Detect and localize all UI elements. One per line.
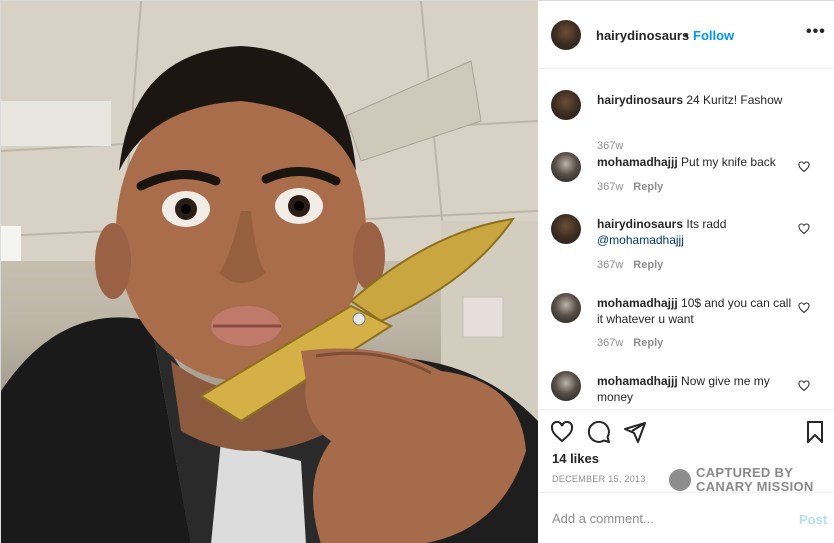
comments-list[interactable]: hairydinosaurs 24 Kuritz! Fashow 367w mo… bbox=[538, 69, 834, 409]
comment-meta: 367w Reply bbox=[597, 181, 663, 193]
post-actions: 14 likes DECEMBER 15, 2013 CAPTURED BY C… bbox=[538, 409, 834, 494]
like-comment-icon[interactable] bbox=[798, 380, 810, 392]
comment-avatar[interactable] bbox=[551, 152, 581, 182]
comment-body: Its radd bbox=[686, 217, 727, 231]
post-side-panel: hairydinosaurs • Follow ••• hairydinosau… bbox=[538, 1, 834, 543]
comment-meta: 367w bbox=[597, 140, 623, 152]
post-header: hairydinosaurs • Follow ••• bbox=[538, 1, 834, 69]
comment-username[interactable]: hairydinosaurs bbox=[597, 93, 683, 107]
comment-avatar[interactable] bbox=[551, 214, 581, 244]
caption-avatar[interactable] bbox=[551, 90, 581, 120]
comment-username[interactable]: hairydinosaurs bbox=[597, 217, 683, 231]
post-photo[interactable] bbox=[1, 1, 538, 543]
post-date[interactable]: DECEMBER 15, 2013 bbox=[552, 474, 646, 484]
comment-username[interactable]: mohamadhajjj bbox=[597, 296, 678, 310]
comment-avatar[interactable] bbox=[551, 371, 581, 401]
comment-time[interactable]: 367w bbox=[597, 140, 623, 152]
watermark-text: CAPTURED BY CANARY MISSION bbox=[696, 466, 814, 494]
comment-text: mohamadhajjj Put my knife back bbox=[597, 154, 792, 170]
comment-time[interactable]: 367w bbox=[597, 181, 623, 193]
author-avatar[interactable] bbox=[551, 20, 581, 50]
like-comment-icon[interactable] bbox=[798, 302, 810, 314]
comment-meta: 367w Reply bbox=[597, 259, 663, 271]
heart-icon[interactable] bbox=[550, 420, 574, 444]
canary-logo-icon bbox=[669, 469, 691, 491]
reply-button[interactable]: Reply bbox=[633, 181, 663, 193]
add-comment-bar: Post bbox=[538, 492, 834, 543]
comment-body: Put my knife back bbox=[681, 155, 776, 169]
comment-body: 24 Kuritz! Fashow bbox=[686, 93, 783, 107]
likes-count[interactable]: 14 likes bbox=[552, 451, 599, 466]
comment-text: mohamadhajjj 10$ and you can call it wha… bbox=[597, 295, 792, 327]
more-icon[interactable]: ••• bbox=[806, 23, 826, 41]
comment-mention[interactable]: @mohamadhajjj bbox=[597, 233, 684, 247]
follow-button[interactable]: Follow bbox=[693, 28, 734, 43]
add-comment-input[interactable] bbox=[552, 511, 772, 526]
caption-text: hairydinosaurs 24 Kuritz! Fashow bbox=[597, 92, 792, 108]
like-comment-icon[interactable] bbox=[798, 223, 810, 235]
like-comment-icon[interactable] bbox=[798, 161, 810, 173]
photo-illustration bbox=[1, 1, 538, 543]
comment-avatar[interactable] bbox=[551, 293, 581, 323]
header-separator: • bbox=[684, 28, 689, 43]
comment-username[interactable]: mohamadhajjj bbox=[597, 155, 678, 169]
comment-text: hairydinosaurs Its radd @mohamadhajjj bbox=[597, 216, 792, 248]
comment-icon[interactable] bbox=[587, 420, 611, 444]
reply-button[interactable]: Reply bbox=[633, 259, 663, 271]
post-comment-button[interactable]: Post bbox=[799, 512, 827, 527]
share-icon[interactable] bbox=[623, 420, 647, 444]
comment-text: mohamadhajjj Now give me my money bbox=[597, 373, 792, 405]
post-modal: hairydinosaurs • Follow ••• hairydinosau… bbox=[0, 0, 834, 543]
bookmark-icon[interactable] bbox=[803, 420, 827, 444]
comment-time[interactable]: 367w bbox=[597, 259, 623, 271]
reply-button[interactable]: Reply bbox=[633, 337, 663, 349]
comment-username[interactable]: mohamadhajjj bbox=[597, 374, 678, 388]
comment-meta: 367w Reply bbox=[597, 337, 663, 349]
author-username[interactable]: hairydinosaurs bbox=[596, 28, 689, 43]
watermark-line-1: CAPTURED BY bbox=[696, 465, 794, 480]
comment-time[interactable]: 367w bbox=[597, 337, 623, 349]
